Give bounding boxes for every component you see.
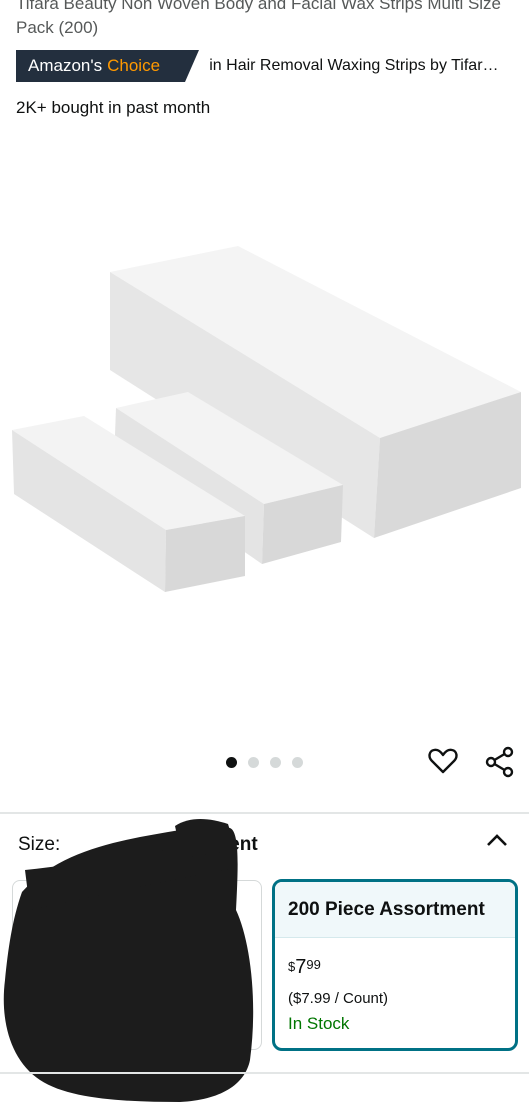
badge-highlight: Choice — [107, 56, 161, 75]
carousel-dot[interactable] — [226, 757, 237, 768]
chevron-up-icon[interactable] — [485, 830, 509, 850]
redaction-scribble — [3, 819, 254, 1102]
bottom-divider — [0, 1072, 529, 1074]
product-image[interactable] — [0, 230, 529, 610]
carousel-dot[interactable] — [270, 757, 281, 768]
carousel-dots[interactable] — [226, 757, 303, 768]
carousel-dot[interactable] — [292, 757, 303, 768]
size-option-card-selected[interactable]: 200 Piece Assortment $799 ($7.99 / Count… — [272, 879, 518, 1051]
badge-prefix: Amazon's — [28, 56, 103, 75]
choice-category-link[interactable]: in Hair Removal Waxing Strips by Tifar… — [209, 57, 516, 75]
option-name: 200 Piece Assortment — [275, 882, 515, 938]
heart-icon[interactable] — [428, 746, 458, 776]
bought-count: 2K+ bought in past month — [16, 98, 211, 117]
carousel-dot[interactable] — [248, 757, 259, 768]
option-unit-price: ($7.99 / Count) — [288, 990, 389, 1007]
amazons-choice-badge[interactable]: Amazon's Choice — [16, 50, 200, 82]
share-icon[interactable] — [484, 746, 516, 778]
amazons-choice-row[interactable]: Amazon's Choice in Hair Removal Waxing S… — [16, 50, 516, 82]
product-title: Tifara Beauty Non Woven Body and Facial … — [16, 0, 502, 37]
